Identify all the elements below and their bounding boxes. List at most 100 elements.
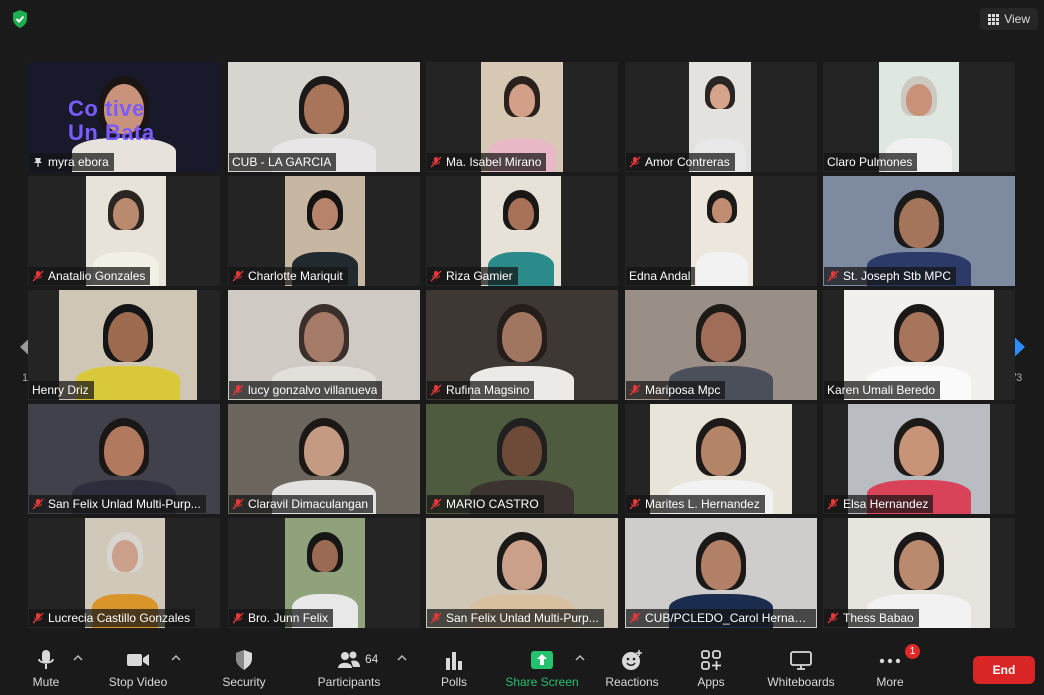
participant-tile[interactable]: Thess Babao [823,518,1015,628]
participant-tile[interactable]: Henry Driz [28,290,220,400]
participant-tile[interactable]: Riza Gamier [426,176,618,286]
participant-name-tag: CUB - LA GARCIA [229,153,337,171]
participant-tile[interactable]: St. Joseph Stb MPC [823,176,1015,286]
participant-name-tag: Claro Pulmones [824,153,918,171]
participant-name-tag: Riza Gamier [427,267,518,285]
participant-tile[interactable]: Co tive Un Bata myra ebora [28,62,220,172]
polls-bar-chart-icon [446,652,462,670]
share-screen-label: Share Screen [505,675,579,689]
share-screen-arrow-icon [531,651,553,669]
share-options-chevron-icon[interactable] [575,654,585,662]
mute-button[interactable]: Mute [22,638,70,695]
participant-tile[interactable]: San Felix Unlad Multi-Purp... [28,404,220,514]
participant-tile[interactable]: San Felix Unlad Multi-Purp... [426,518,618,628]
participant-name-tag: St. Joseph Stb MPC [824,267,957,285]
participant-name-tag: Edna Andal [626,267,696,285]
participant-name: Riza Gamier [446,269,513,283]
participant-tile[interactable]: Bro. Junn Felix [228,518,420,628]
participant-tile[interactable]: CUB/PCLEDO_Carol Hernan... [625,518,817,628]
participant-tile[interactable]: Edna Andal [625,176,817,286]
virtual-background-text-line1: Co tive [68,96,145,121]
participant-name: Rufina Magsino [446,383,530,397]
participant-tile[interactable]: Claro Pulmones [823,62,1015,172]
muted-microphone-icon [232,270,244,282]
participant-tile[interactable]: Charlotte Mariquit [228,176,420,286]
participants-button[interactable]: Participants [314,638,384,695]
view-label: View [1004,12,1030,26]
video-options-chevron-icon[interactable] [171,654,181,662]
apps-button[interactable]: Apps [691,638,731,695]
muted-microphone-icon [629,498,641,510]
participant-tile[interactable]: CUB - LA GARCIA [228,62,420,172]
participant-name-tag: Claravil Dimaculangan [229,495,374,513]
reactions-button[interactable]: Reactions [604,638,660,695]
participant-name-tag: lucy gonzalvo villanueva [229,381,383,399]
whiteboard-icon [790,651,812,670]
participant-name: Claro Pulmones [827,155,913,169]
participant-name: Amor Contreras [645,155,730,169]
participant-tile[interactable]: Elsa Hernandez [823,404,1015,514]
muted-microphone-icon [629,384,641,396]
pinned-speaker-icon [34,158,42,167]
stop-video-button[interactable]: Stop Video [104,638,172,695]
polls-label: Polls [440,675,467,689]
more-button[interactable]: More [872,638,908,695]
participant-name-tag: Rufina Magsino [427,381,535,399]
participant-name: Karen Umali Beredo [827,383,936,397]
participant-tile[interactable]: Marites L. Hernandez [625,404,817,514]
more-notification-badge: 1 [905,644,920,659]
grid-view-icon [988,13,1000,25]
participant-tile[interactable]: lucy gonzalvo villanueva [228,290,420,400]
participant-tile[interactable]: Amor Contreras [625,62,817,172]
security-button[interactable]: Security [216,638,272,695]
whiteboards-label: Whiteboards [767,675,835,689]
reactions-smiley-icon [622,650,642,670]
participant-name: CUB - LA GARCIA [232,155,332,169]
participant-tile[interactable]: Claravil Dimaculangan [228,404,420,514]
audio-options-chevron-icon[interactable] [73,654,83,662]
participant-tile[interactable]: Mariposa Mpc [625,290,817,400]
participant-name: Henry Driz [32,383,89,397]
participant-name: lucy gonzalvo villanueva [248,383,378,397]
participant-video [691,176,753,286]
participant-name-tag: CUB/PCLEDO_Carol Hernan... [626,609,816,627]
participant-tile[interactable]: Rufina Magsino [426,290,618,400]
participant-tile[interactable]: Anatalio Gonzales [28,176,220,286]
participant-name-tag: Thess Babao [824,609,919,627]
participant-name-tag: Henry Driz [29,381,94,399]
security-shield-icon [236,650,252,670]
participant-name-tag: Lucrecia Castillo Gonzales [29,609,196,627]
top-bar: View [0,0,1044,40]
participant-name: MARIO CASTRO [446,497,539,511]
participants-options-chevron-icon[interactable] [397,654,407,662]
stop-video-label: Stop Video [108,675,168,689]
participant-tile[interactable]: Lucrecia Castillo Gonzales [28,518,220,628]
participant-tile[interactable]: Karen Umali Beredo [823,290,1015,400]
share-screen-button[interactable]: Share Screen [505,638,579,695]
participant-name: Anatalio Gonzales [48,269,146,283]
muted-microphone-icon [430,612,442,624]
view-button[interactable]: View [980,8,1038,30]
participant-name: Thess Babao [843,611,914,625]
participants-icon [338,651,360,668]
participant-name: myra ebora [48,155,109,169]
participant-name-tag: myra ebora [29,153,114,171]
participant-name: St. Joseph Stb MPC [843,269,952,283]
encryption-shield-icon[interactable] [10,9,30,29]
apps-label: Apps [697,675,725,689]
end-meeting-button[interactable]: End [973,656,1035,684]
participant-tile[interactable]: MARIO CASTRO [426,404,618,514]
video-grid: Co tive Un Bata myra ebora CUB - LA GARCIA M… [28,62,1016,630]
muted-microphone-icon [232,498,244,510]
participant-name: Edna Andal [629,269,691,283]
muted-microphone-icon [629,612,641,624]
participant-name-tag: Karen Umali Beredo [824,381,941,399]
polls-button[interactable]: Polls [434,638,474,695]
muted-microphone-icon [827,498,839,510]
participant-name-tag: Ma. Isabel Mirano [427,153,547,171]
participant-tile[interactable]: Ma. Isabel Mirano [426,62,618,172]
participant-name: Claravil Dimaculangan [248,497,369,511]
muted-microphone-icon [32,612,44,624]
participant-name: CUB/PCLEDO_Carol Hernan... [645,611,811,625]
whiteboards-button[interactable]: Whiteboards [763,638,839,695]
